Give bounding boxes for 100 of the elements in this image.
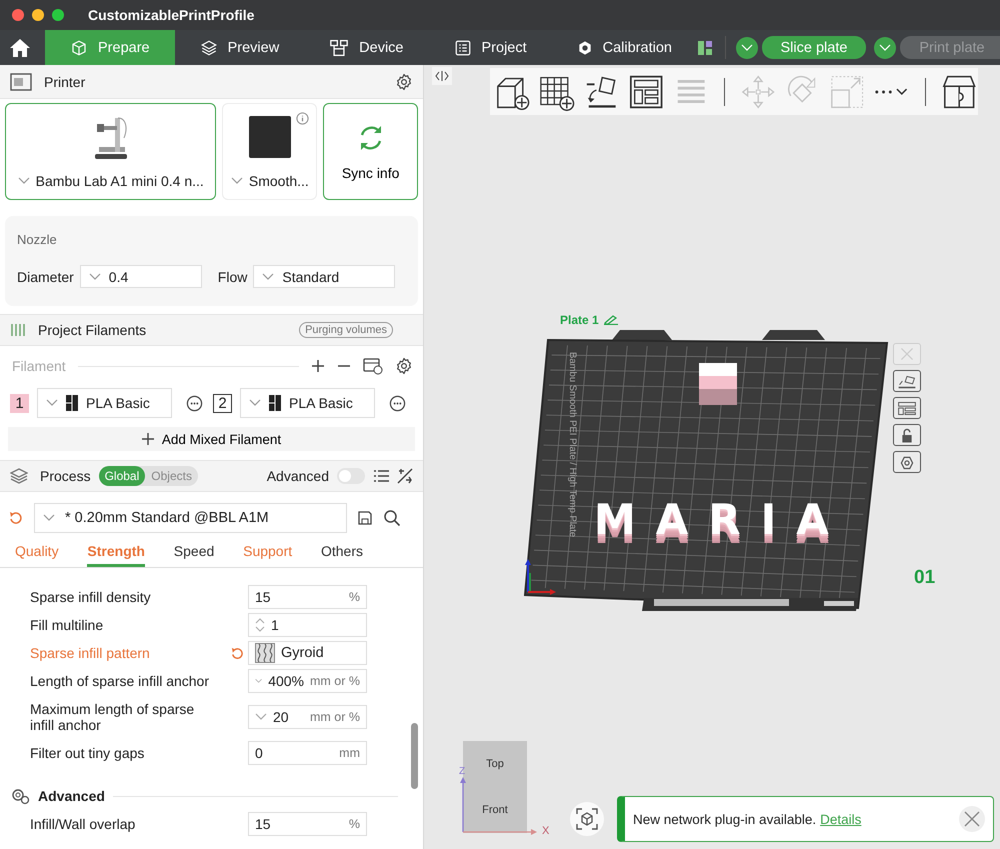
- cube-face-label: Front: [482, 804, 508, 816]
- text-model[interactable]: MARIA: [594, 495, 849, 544]
- setting-field[interactable]: 0 mm: [248, 741, 367, 765]
- view-reset-button[interactable]: [570, 802, 604, 836]
- cube-focus-icon: [576, 808, 598, 830]
- setting-field[interactable]: 1: [248, 613, 367, 637]
- add-mixed-filament-button[interactable]: Add Mixed Filament: [8, 427, 415, 451]
- setting-label: Maximum length of sparse infill anchor: [30, 701, 196, 733]
- setting-label: Infill/Wall overlap: [30, 816, 136, 832]
- add-icon: [142, 433, 154, 445]
- field-label: Diameter: [17, 268, 74, 284]
- setting-label: Sparse infill pattern: [30, 645, 151, 661]
- info-icon[interactable]: [296, 112, 310, 125]
- sync-info-button[interactable]: Sync info: [323, 103, 418, 200]
- nav-tab[interactable]: Project: [428, 30, 552, 65]
- plate-number: 01: [914, 567, 936, 589]
- setting-field[interactable]: 20 mm or %: [248, 705, 367, 729]
- lock-icon[interactable]: [893, 424, 921, 446]
- setting-label: Fill multiline: [30, 617, 104, 633]
- settings-icon[interactable]: [395, 357, 413, 375]
- settings-tab[interactable]: Speed: [174, 543, 214, 567]
- more-options-icon[interactable]: [186, 394, 203, 412]
- unit-label: mm or %: [310, 710, 360, 724]
- group-heading: Advanced: [38, 788, 105, 804]
- axis-label: X: [542, 825, 550, 837]
- layout-icon[interactable]: [696, 40, 713, 56]
- filament-select[interactable]: PLA Basic: [240, 388, 375, 418]
- toggle-label: Advanced: [266, 468, 329, 484]
- view-cube[interactable]: Top Front: [463, 741, 527, 833]
- cube-icon: [70, 38, 88, 56]
- layers-icon: [200, 38, 218, 56]
- notification-text: New network plug-in available.: [633, 812, 816, 826]
- collapse-sidebar-button[interactable]: [432, 67, 452, 85]
- chevron-icon: [88, 272, 101, 280]
- purging-volumes-button[interactable]: Purging volumes: [299, 322, 393, 338]
- field-label: Flow: [218, 268, 248, 284]
- cube-model[interactable]: [699, 363, 737, 405]
- chevron-icon: [43, 514, 55, 522]
- close-button[interactable]: [959, 806, 985, 832]
- edit-icon[interactable]: [602, 315, 619, 325]
- orient-icon[interactable]: [893, 370, 921, 392]
- advanced-switch[interactable]: [337, 468, 365, 484]
- plate-card[interactable]: Smooth...: [222, 103, 318, 200]
- scrollbar[interactable]: [411, 723, 418, 789]
- filament-swatch-icon: [66, 395, 78, 411]
- compare-icon[interactable]: [397, 468, 413, 484]
- arrange-icon[interactable]: [893, 397, 921, 419]
- more-options-icon[interactable]: [389, 394, 406, 412]
- filament-number: 1: [10, 394, 29, 412]
- dropdown-button[interactable]: [874, 36, 896, 58]
- chevron-icon: [740, 44, 753, 52]
- nav-tab[interactable]: Device: [304, 30, 428, 65]
- reset-icon[interactable]: [8, 510, 24, 526]
- calibration-icon: [576, 40, 593, 56]
- filament-select[interactable]: PLA Basic: [37, 388, 172, 418]
- spools-icon: [10, 322, 26, 338]
- setting-field[interactable]: 15 %: [248, 812, 367, 836]
- setting-field[interactable]: 15 %: [248, 585, 367, 609]
- setting-label: Length of sparse infill anchor: [30, 673, 210, 689]
- filament-sync-icon[interactable]: [363, 357, 383, 375]
- nav-tab[interactable]: Calibration: [552, 30, 697, 65]
- reset-icon[interactable]: [230, 646, 244, 660]
- device-icon: [329, 38, 350, 56]
- setting-field[interactable]: 400% mm or %: [248, 669, 367, 693]
- printer-icon: [10, 72, 32, 90]
- add-icon[interactable]: [311, 359, 325, 373]
- unit-label: %: [348, 590, 360, 604]
- printer-name: Bambu Lab A1 mini 0.4 n...: [36, 173, 204, 189]
- setting-field[interactable]: Gyroid: [248, 641, 367, 665]
- printer-card[interactable]: Bambu Lab A1 mini 0.4 n...: [5, 103, 216, 200]
- chevron-icon: [878, 44, 891, 52]
- settings-tab[interactable]: Others: [320, 543, 363, 567]
- window-close-button[interactable]: [12, 9, 24, 21]
- unit-label: mm or %: [310, 674, 360, 688]
- settings-icon[interactable]: [395, 72, 413, 90]
- section-title: Process: [40, 468, 91, 484]
- process-preset-select[interactable]: * 0.20mm Standard @BBL A1M: [34, 502, 347, 532]
- chevron-icon: [18, 177, 30, 185]
- save-icon[interactable]: [357, 510, 373, 526]
- search-icon[interactable]: [383, 508, 401, 526]
- section-title: Project Filaments: [38, 322, 146, 338]
- nav-tab[interactable]: Preview: [174, 30, 304, 65]
- unit-label: %: [348, 817, 360, 831]
- settings-icon[interactable]: [893, 451, 921, 473]
- axis-label: Z: [459, 766, 466, 777]
- home-icon: [9, 38, 31, 58]
- dropdown-button[interactable]: [736, 36, 758, 58]
- chevron-icon: [255, 677, 262, 685]
- chevron-icon: [230, 177, 243, 185]
- flow-select[interactable]: Standard: [253, 265, 396, 288]
- window-minimize-button[interactable]: [32, 9, 44, 21]
- diameter-select[interactable]: 0.4: [80, 265, 202, 288]
- window-zoom-button[interactable]: [52, 9, 64, 21]
- filament-number: 2: [213, 394, 232, 412]
- close-icon: [964, 811, 980, 827]
- plate-drawing: [248, 114, 292, 160]
- chevron-icon: [46, 399, 58, 407]
- layers-icon: [10, 468, 28, 484]
- list-icon[interactable]: [373, 469, 389, 483]
- split-arrows-icon: [435, 71, 449, 81]
